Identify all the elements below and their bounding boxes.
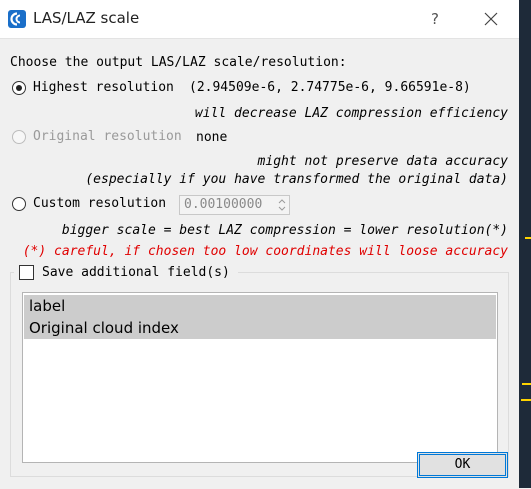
- original-resolution-label[interactable]: Original resolution: [33, 129, 182, 145]
- help-button[interactable]: ?: [424, 7, 446, 31]
- custom-resolution-note: bigger scale = best LAZ compression = lo…: [61, 223, 508, 238]
- highest-resolution-value: (2.94509e-6, 2.74775e-6, 9.66591e-8): [189, 80, 471, 95]
- original-resolution-radio[interactable]: [12, 130, 26, 144]
- list-item[interactable]: label: [24, 295, 496, 317]
- close-button[interactable]: [478, 6, 504, 32]
- spin-arrows[interactable]: [275, 196, 289, 214]
- ok-button[interactable]: OK: [417, 452, 508, 478]
- prompt-label: Choose the output LAS/LAZ scale/resoluti…: [10, 55, 347, 70]
- custom-resolution-label[interactable]: Custom resolution: [33, 196, 166, 212]
- close-icon: [484, 12, 498, 26]
- spin-up-down-icon: [278, 199, 286, 211]
- title-bar: LAS/LAZ scale ?: [0, 0, 519, 38]
- save-additional-fields-label[interactable]: Save additional field(s): [42, 265, 230, 281]
- cloudcompare-app-icon: [8, 10, 26, 28]
- original-resolution-value: none: [196, 130, 228, 145]
- accuracy-warning: (*) careful, if chosen too low coordinat…: [22, 244, 508, 259]
- highest-resolution-radio[interactable]: [12, 81, 26, 95]
- save-additional-fields-checkbox[interactable]: [19, 265, 34, 280]
- highest-resolution-note: will decrease LAZ compression efficiency: [194, 106, 508, 121]
- original-resolution-note-2: (especially if you have transformed the …: [85, 172, 508, 187]
- custom-resolution-radio[interactable]: [12, 197, 26, 211]
- window-title: LAS/LAZ scale: [33, 9, 140, 27]
- additional-fields-list[interactable]: label Original cloud index: [22, 292, 498, 463]
- custom-resolution-spinbox[interactable]: 0.00100000: [179, 195, 290, 215]
- list-item[interactable]: Original cloud index: [24, 317, 496, 339]
- highest-resolution-label[interactable]: Highest resolution: [33, 80, 174, 96]
- original-resolution-note: might not preserve data accuracy: [257, 154, 508, 169]
- background-window-edge: [519, 0, 531, 488]
- dialog-body: Choose the output LAS/LAZ scale/resoluti…: [0, 38, 519, 489]
- custom-resolution-value: 0.00100000: [184, 197, 263, 212]
